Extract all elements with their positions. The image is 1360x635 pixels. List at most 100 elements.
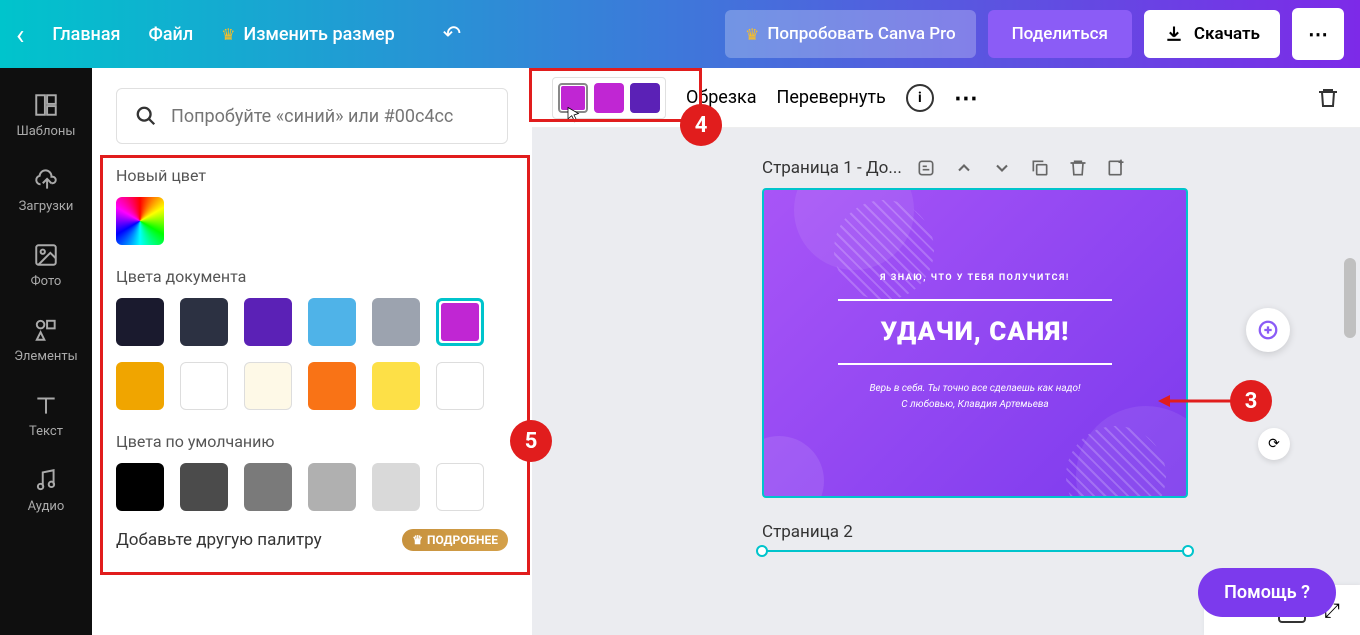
sidebar-audio-label: Аудио — [28, 499, 65, 514]
page-2-edge[interactable] — [762, 550, 1188, 552]
color-swatch[interactable] — [436, 298, 484, 346]
audio-icon — [33, 467, 59, 493]
color-swatch[interactable] — [116, 463, 164, 511]
design-sub-line2: С любовью, Клавдия Артемьева — [869, 397, 1080, 413]
toolbar-more[interactable]: ⋯ — [954, 84, 978, 112]
cloud-upload-icon — [33, 167, 59, 193]
back-icon[interactable]: ‹ — [16, 18, 24, 51]
color-swatch[interactable] — [244, 298, 292, 346]
note-icon[interactable] — [916, 158, 936, 178]
download-button[interactable]: Скачать — [1144, 10, 1280, 58]
crop-button[interactable]: Обрезка — [686, 87, 757, 108]
design-sub-text: Верь в себя. Ты точно все сделаешь как н… — [869, 381, 1080, 413]
share-button[interactable]: Поделиться — [988, 10, 1132, 58]
sidebar-templates-label: Шаблоны — [16, 124, 75, 139]
decor-striped — [834, 200, 934, 300]
canvas-area: Обрезка Перевернуть i ⋯ Страница 1 - До.… — [532, 68, 1360, 635]
sidebar-templates[interactable]: Шаблоны — [0, 78, 92, 153]
sidebar-audio[interactable]: Аудио — [0, 453, 92, 528]
color-swatch[interactable] — [116, 298, 164, 346]
floating-add-button[interactable] — [1246, 308, 1290, 352]
add-palette-text[interactable]: Добавьте другую палитру — [116, 530, 322, 550]
design-main-text: УДАЧИ, САНЯ! — [881, 317, 1070, 347]
corner-handle[interactable] — [756, 545, 768, 557]
search-icon — [135, 105, 157, 127]
resize-label: Изменить размер — [243, 24, 394, 45]
corner-handle[interactable] — [1182, 545, 1194, 557]
resize-menu[interactable]: ♛ Изменить размер — [221, 24, 395, 45]
undo-icon[interactable]: ↶ — [443, 22, 461, 47]
download-icon — [1164, 24, 1184, 44]
delete-icon[interactable] — [1316, 86, 1340, 110]
page-header: Страница 1 - До... — [762, 158, 1202, 178]
toolbar-color-1[interactable] — [558, 83, 588, 113]
crown-icon: ♛ — [745, 25, 759, 44]
info-icon[interactable]: i — [906, 84, 934, 112]
pro-more-badge[interactable]: ♛ ПОДРОБНЕЕ — [402, 529, 508, 551]
color-swatch[interactable] — [372, 298, 420, 346]
color-swatch[interactable] — [180, 362, 228, 410]
pro-more-label: ПОДРОБНЕЕ — [427, 533, 498, 547]
plus-sparkle-icon — [1257, 319, 1279, 341]
floating-sync-button[interactable]: ⟳ — [1258, 428, 1290, 460]
page-up-icon[interactable] — [954, 158, 974, 178]
more-button[interactable]: ⋯ — [1292, 8, 1344, 60]
file-menu[interactable]: Файл — [149, 24, 194, 45]
sidebar-elements[interactable]: Элементы — [0, 303, 92, 378]
toolbar-color-2[interactable] — [594, 83, 624, 113]
sidebar-photos[interactable]: Фото — [0, 228, 92, 303]
crown-icon: ♛ — [412, 533, 423, 547]
doc-colors-title: Цвета документа — [116, 267, 508, 286]
toolbar-color-3[interactable] — [630, 83, 660, 113]
elements-icon — [33, 317, 59, 343]
color-swatch[interactable] — [180, 463, 228, 511]
sidebar-elements-label: Элементы — [14, 349, 77, 364]
sidebar: Шаблоны Загрузки Фото Элементы Текст Ауд… — [0, 68, 92, 635]
page-2-title: Страница 2 — [762, 522, 1300, 542]
try-pro-button[interactable]: ♛ Попробовать Canva Pro — [725, 10, 976, 58]
color-swatch[interactable] — [308, 362, 356, 410]
sidebar-text-label: Текст — [29, 424, 63, 439]
color-swatch[interactable] — [244, 362, 292, 410]
new-color-picker[interactable] — [116, 197, 164, 245]
photo-icon — [33, 242, 59, 268]
default-colors-title: Цвета по умолчанию — [116, 432, 508, 451]
home-menu[interactable]: Главная — [52, 24, 120, 45]
design-divider — [838, 363, 1112, 365]
color-swatch[interactable] — [372, 362, 420, 410]
sidebar-text[interactable]: Текст — [0, 378, 92, 453]
scrollbar[interactable] — [1344, 258, 1356, 338]
color-swatch[interactable] — [180, 298, 228, 346]
color-swatch[interactable] — [436, 463, 484, 511]
page-down-icon[interactable] — [992, 158, 1012, 178]
try-pro-label: Попробовать Canva Pro — [767, 24, 955, 44]
download-label: Скачать — [1194, 24, 1260, 44]
color-search[interactable] — [116, 88, 508, 144]
decor-circle — [762, 436, 824, 498]
sidebar-uploads[interactable]: Загрузки — [0, 153, 92, 228]
design-sub-line1: Верь в себя. Ты точно все сделаешь как н… — [869, 381, 1080, 397]
page-title: Страница 1 - До... — [762, 158, 902, 178]
color-swatch[interactable] — [244, 463, 292, 511]
design-page-1[interactable]: Я ЗНАЮ, ЧТО У ТЕБЯ ПОЛУЧИТСЯ! УДАЧИ, САН… — [762, 188, 1188, 498]
color-swatch[interactable] — [436, 362, 484, 410]
help-button[interactable]: Помощь ? — [1198, 568, 1336, 617]
trash-icon[interactable] — [1068, 158, 1088, 178]
toolbar-colors — [552, 77, 666, 119]
default-colors-grid — [116, 463, 508, 511]
color-panel: Новый цвет Цвета документа Цвета по умол… — [92, 68, 532, 635]
color-search-input[interactable] — [171, 106, 489, 127]
flip-button[interactable]: Перевернуть — [777, 87, 886, 108]
crown-icon: ♛ — [221, 25, 235, 44]
color-swatch[interactable] — [308, 463, 356, 511]
color-swatch[interactable] — [308, 298, 356, 346]
sidebar-photos-label: Фото — [31, 274, 62, 289]
text-icon — [33, 392, 59, 418]
duplicate-icon[interactable] — [1030, 158, 1050, 178]
new-color-title: Новый цвет — [116, 166, 508, 185]
color-swatch[interactable] — [372, 463, 420, 511]
canvas-toolbar: Обрезка Перевернуть i ⋯ — [532, 68, 1360, 128]
add-page-icon[interactable] — [1106, 158, 1126, 178]
color-swatch[interactable] — [116, 362, 164, 410]
canvas-background[interactable]: Страница 1 - До... Я ЗНАЮ, ЧТО У ТЕБЯ ПО… — [532, 128, 1360, 635]
